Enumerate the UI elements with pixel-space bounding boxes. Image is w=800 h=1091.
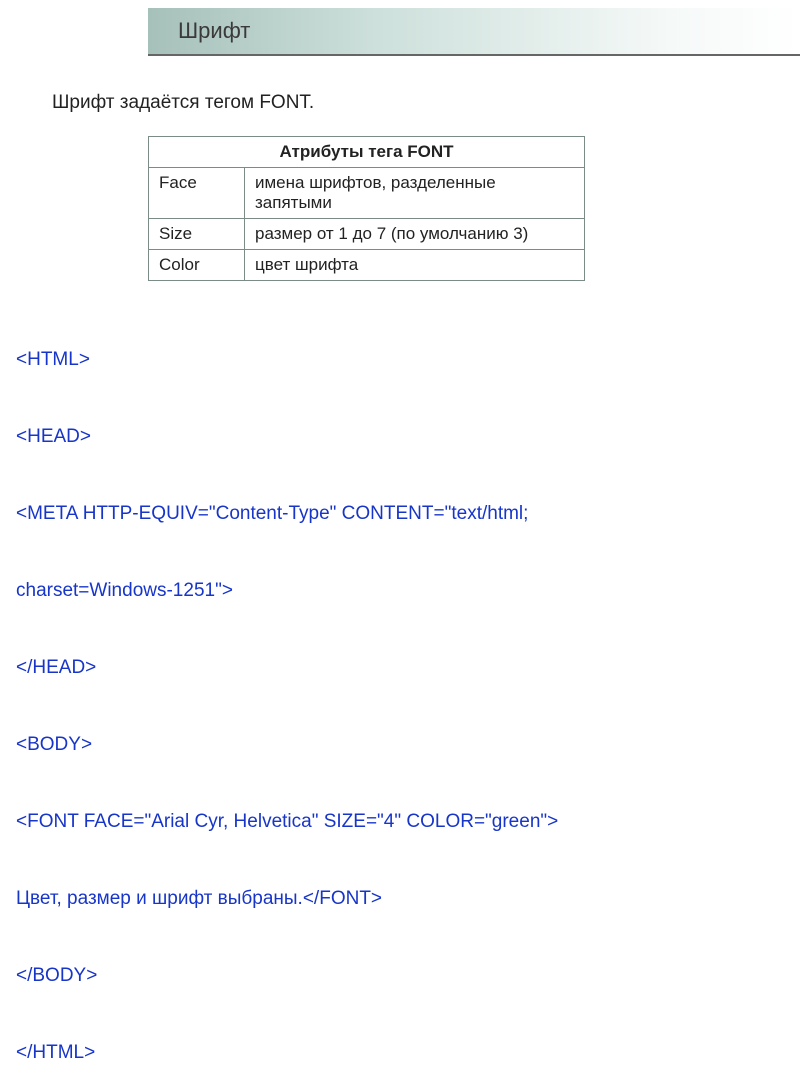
attr-name: Face: [149, 168, 245, 219]
attr-name: Size: [149, 219, 245, 250]
attr-desc: имена шрифтов, разделенные запятыми: [245, 168, 585, 219]
page-title: Шрифт: [178, 18, 250, 44]
code-line: <FONT FACE="Arial Cyr, Helvetica" SIZE="…: [16, 809, 558, 835]
attr-desc: цвет шрифта: [245, 250, 585, 281]
table-row: Face имена шрифтов, разделенные запятыми: [149, 168, 585, 219]
code-line: Цвет, размер и шрифт выбраны.</FONT>: [16, 886, 558, 912]
table-row: Size размер от 1 до 7 (по умолчанию 3): [149, 219, 585, 250]
attr-desc: размер от 1 до 7 (по умолчанию 3): [245, 219, 585, 250]
title-bar: Шрифт: [148, 8, 800, 56]
code-line: </HEAD>: [16, 655, 558, 681]
code-line: <BODY>: [16, 732, 558, 758]
code-line: </BODY>: [16, 963, 558, 989]
table-row: Color цвет шрифта: [149, 250, 585, 281]
table-header: Атрибуты тега FONT: [149, 137, 585, 168]
code-example: <HTML> <HEAD> <META HTTP-EQUIV="Content-…: [16, 296, 558, 1091]
font-attributes-table: Атрибуты тега FONT Face имена шрифтов, р…: [148, 136, 585, 281]
code-line: <META HTTP-EQUIV="Content-Type" CONTENT=…: [16, 501, 558, 527]
intro-text: Шрифт задаётся тегом FONT.: [52, 92, 314, 114]
code-line: <HTML>: [16, 347, 558, 373]
code-line: </HTML>: [16, 1040, 558, 1066]
code-line: <HEAD>: [16, 424, 558, 450]
attr-name: Color: [149, 250, 245, 281]
